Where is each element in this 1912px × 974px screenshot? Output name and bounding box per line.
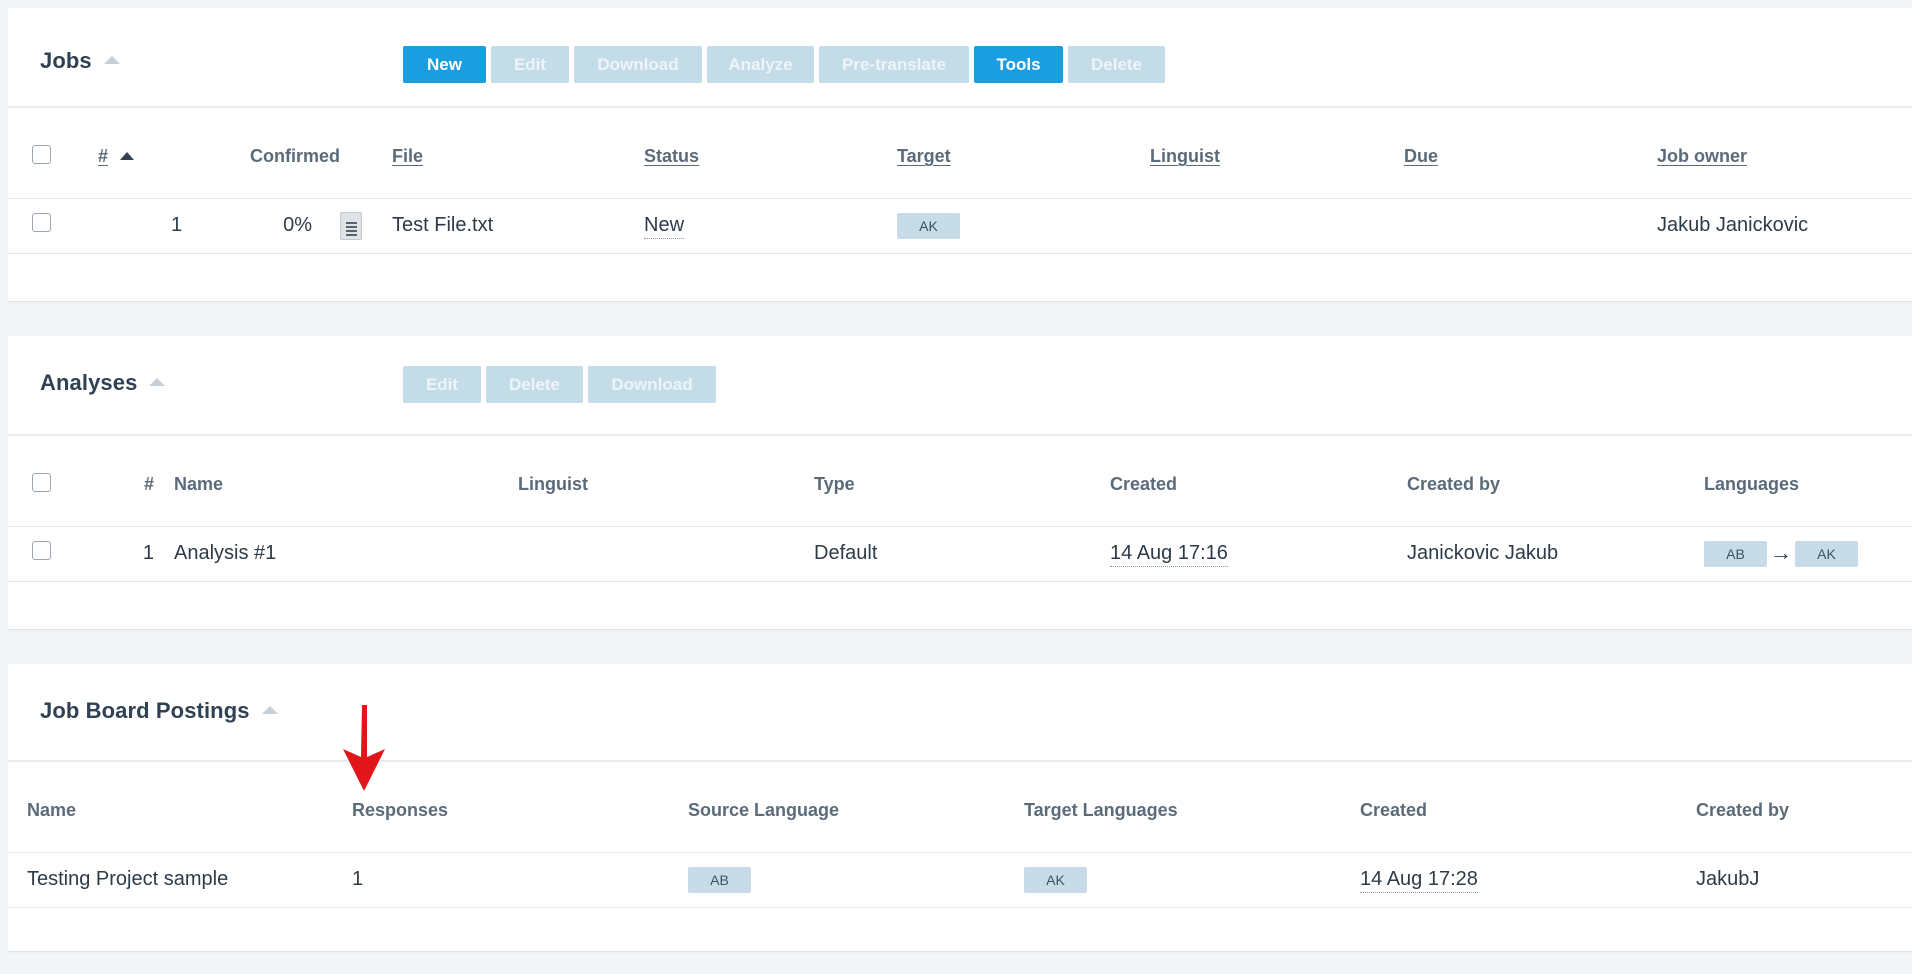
- analyze-job-button[interactable]: Analyze: [707, 46, 814, 83]
- analyses-title[interactable]: Analyses: [40, 370, 166, 396]
- jobs-toolbar: New Edit Download Analyze Pre-translate …: [403, 46, 1165, 83]
- col-responses: Responses: [344, 762, 680, 853]
- col-type: Type: [814, 436, 1110, 527]
- analysis-type: Default: [814, 526, 1110, 582]
- col-languages: Languages: [1704, 436, 1912, 527]
- collapse-caret-icon[interactable]: [261, 706, 278, 715]
- col-target[interactable]: Target: [897, 108, 1150, 199]
- col-source-language: Source Language: [680, 762, 1016, 853]
- col-num[interactable]: #: [70, 108, 210, 199]
- postings-header: Job Board Postings: [8, 664, 1912, 762]
- posting-created: 14 Aug 17:28: [1360, 868, 1478, 893]
- col-file[interactable]: File: [392, 108, 644, 199]
- job-linguist: [1150, 198, 1404, 254]
- job-number: 1: [70, 198, 210, 254]
- posting-created-by: JakubJ: [1688, 852, 1912, 908]
- source-language-badge: AB: [688, 866, 751, 893]
- analyses-table: # Name Linguist Type Created Created by …: [8, 436, 1912, 629]
- target-language-badge: AK: [897, 212, 960, 239]
- collapse-caret-icon[interactable]: [103, 56, 120, 65]
- col-linguist: Linguist: [518, 436, 814, 527]
- jobs-table: # Confirmed File Status Target Linguist …: [8, 108, 1912, 301]
- col-created-by: Created by: [1688, 762, 1912, 853]
- col-job-owner[interactable]: Job owner: [1657, 108, 1912, 199]
- col-status[interactable]: Status: [644, 108, 897, 199]
- col-linguist[interactable]: Linguist: [1150, 108, 1404, 199]
- analyses-header-row: # Name Linguist Type Created Created by …: [8, 436, 1912, 527]
- analysis-created: 14 Aug 17:16: [1110, 542, 1228, 567]
- analyses-header: Analyses Edit Delete Download: [8, 336, 1912, 436]
- job-file-name[interactable]: Test File.txt: [392, 198, 644, 254]
- col-created: Created: [1110, 436, 1407, 527]
- postings-header-row: Name Responses Source Language Target La…: [8, 762, 1912, 853]
- postings-title[interactable]: Job Board Postings: [40, 698, 278, 724]
- right-arrow-icon: →: [1770, 540, 1792, 566]
- col-due[interactable]: Due: [1404, 108, 1657, 199]
- analysis-created-by: Janickovic Jakub: [1407, 526, 1704, 582]
- collapse-caret-icon[interactable]: [149, 378, 166, 387]
- col-num: #: [70, 436, 174, 527]
- table-row[interactable]: Testing Project sample 1 AB AK 14 Aug 17…: [8, 852, 1912, 908]
- analysis-languages: AB → AK: [1704, 526, 1912, 582]
- edit-analysis-button[interactable]: Edit: [403, 366, 481, 403]
- select-all-analyses-checkbox[interactable]: [32, 472, 51, 492]
- col-created: Created: [1352, 762, 1688, 853]
- target-language-badge: AK: [1795, 540, 1858, 567]
- analyses-panel: Analyses Edit Delete Download # Name Lin…: [8, 336, 1912, 630]
- col-name: Name: [8, 762, 344, 853]
- col-name: Name: [174, 436, 518, 527]
- download-job-button[interactable]: Download: [574, 46, 702, 83]
- sort-ascending-icon: [120, 151, 135, 160]
- col-confirmed: Confirmed: [210, 108, 340, 199]
- job-confirmed: 0%: [210, 198, 340, 254]
- row-checkbox[interactable]: [32, 213, 51, 232]
- table-row[interactable]: 1 0% Test File.txt New AK Jakub Janickov…: [8, 198, 1912, 254]
- job-board-postings-panel: Job Board Postings Name Responses Source…: [8, 664, 1912, 952]
- delete-analysis-button[interactable]: Delete: [486, 366, 583, 403]
- file-icon: [340, 211, 362, 240]
- postings-table: Name Responses Source Language Target La…: [8, 762, 1912, 955]
- select-all-jobs-checkbox[interactable]: [32, 144, 51, 164]
- analyses-toolbar: Edit Delete Download: [403, 366, 716, 403]
- new-job-button[interactable]: New: [403, 46, 486, 83]
- row-checkbox[interactable]: [32, 541, 51, 560]
- jobs-panel: Jobs New Edit Download Analyze Pre-trans…: [8, 8, 1912, 302]
- posting-responses[interactable]: 1: [344, 852, 680, 908]
- analysis-linguist: [518, 526, 814, 582]
- edit-job-button[interactable]: Edit: [491, 46, 569, 83]
- job-status[interactable]: New: [644, 214, 685, 239]
- analysis-number: 1: [70, 526, 174, 582]
- jobs-header-row: # Confirmed File Status Target Linguist …: [8, 108, 1912, 199]
- analysis-name[interactable]: Analysis #1: [174, 526, 518, 582]
- delete-job-button[interactable]: Delete: [1068, 46, 1165, 83]
- jobs-header: Jobs New Edit Download Analyze Pre-trans…: [8, 8, 1912, 108]
- red-annotation-arrow-icon: [343, 705, 385, 791]
- download-analysis-button[interactable]: Download: [588, 366, 716, 403]
- job-due: [1404, 198, 1657, 254]
- source-language-badge: AB: [1704, 540, 1767, 567]
- jobs-title[interactable]: Jobs: [40, 48, 120, 74]
- col-target-languages: Target Languages: [1016, 762, 1352, 853]
- job-owner: Jakub Janickovic: [1657, 198, 1912, 254]
- tools-button[interactable]: Tools: [974, 46, 1063, 83]
- col-created-by: Created by: [1407, 436, 1704, 527]
- posting-name[interactable]: Testing Project sample: [8, 852, 344, 908]
- target-language-badge: AK: [1024, 866, 1087, 893]
- table-row[interactable]: 1 Analysis #1 Default 14 Aug 17:16 Janic…: [8, 526, 1912, 582]
- pre-translate-button[interactable]: Pre-translate: [819, 46, 969, 83]
